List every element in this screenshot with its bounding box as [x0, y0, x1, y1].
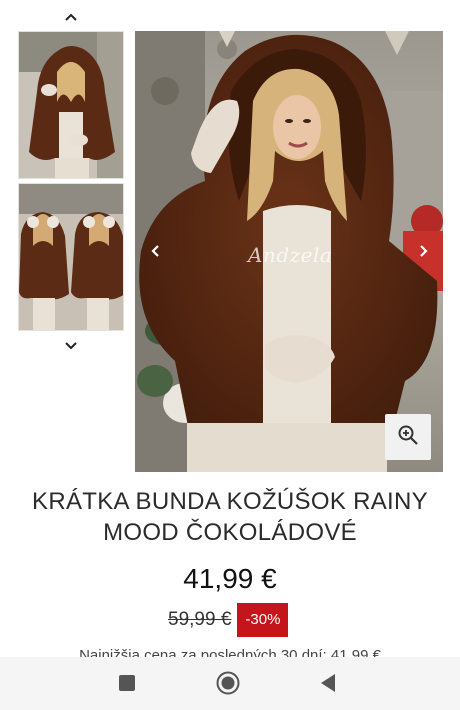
home-icon[interactable]	[214, 669, 242, 697]
chevron-down-icon[interactable]	[64, 338, 78, 352]
system-nav-bar	[0, 657, 460, 710]
chevron-up-icon[interactable]	[64, 11, 78, 25]
chevron-right-icon[interactable]	[415, 242, 431, 260]
price-discount-row: 59,99 € -30%	[168, 603, 289, 637]
chevron-left-icon[interactable]	[148, 242, 164, 260]
original-price: 59,99 €	[168, 609, 232, 630]
recent-apps-icon[interactable]	[113, 669, 141, 697]
product-title: KRÁTKA BUNDA KOŽÚŠOK RAINY MOOD ČOKOLÁDO…	[32, 488, 428, 546]
thumbnail-2[interactable]	[18, 183, 124, 331]
product-price: 41,99 €	[183, 563, 277, 594]
image-watermark: Andzela	[248, 243, 333, 267]
back-icon[interactable]	[314, 669, 342, 697]
thumbnail-1[interactable]	[18, 31, 124, 179]
thumbnail-column	[18, 0, 124, 360]
zoom-in-icon	[397, 424, 419, 451]
discount-badge: -30%	[237, 603, 289, 637]
zoom-button[interactable]	[385, 414, 431, 460]
